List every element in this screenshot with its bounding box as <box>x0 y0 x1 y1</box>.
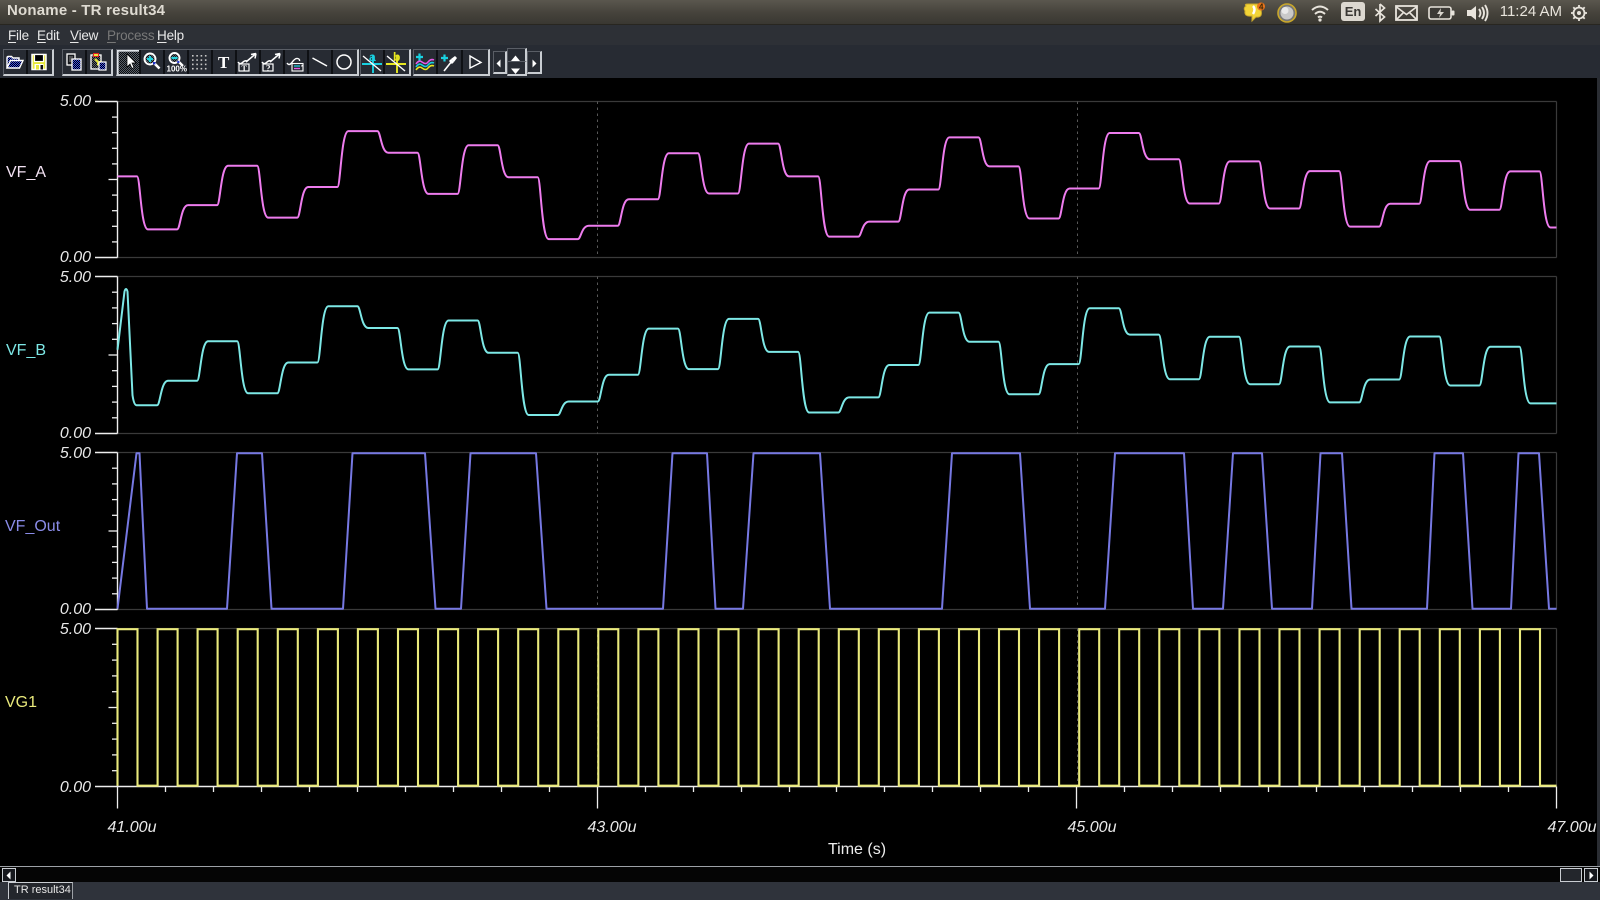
svg-text:b: b <box>393 51 400 64</box>
svg-text:45.00u: 45.00u <box>1068 819 1117 836</box>
svg-text:5.00: 5.00 <box>60 269 91 286</box>
svg-text:47.00u: 47.00u <box>1548 819 1597 836</box>
svg-text:5.00: 5.00 <box>60 93 91 110</box>
svg-text:5.00: 5.00 <box>60 621 91 638</box>
svg-text:100%: 100% <box>167 65 187 74</box>
svg-text:0.00: 0.00 <box>60 601 91 618</box>
svg-text:T: T <box>218 53 230 72</box>
svg-text:?: ? <box>266 64 271 74</box>
svg-text:VF_B: VF_B <box>6 342 46 359</box>
svg-text:VF_A: VF_A <box>6 164 46 181</box>
svg-text:0.00: 0.00 <box>60 425 91 442</box>
svg-text:0.00: 0.00 <box>60 249 91 266</box>
svg-text:a: a <box>369 51 376 64</box>
svg-text:43.00u: 43.00u <box>588 819 637 836</box>
svg-text:5.00: 5.00 <box>60 445 91 462</box>
svg-text:41.00u: 41.00u <box>108 819 157 836</box>
svg-text:4: 4 <box>1259 3 1264 12</box>
svg-text:VF_Out: VF_Out <box>5 518 61 535</box>
svg-text:VG1: VG1 <box>5 694 37 711</box>
svg-text:Time (s): Time (s) <box>828 841 886 858</box>
svg-text:T: T <box>242 64 248 73</box>
svg-text:0.00: 0.00 <box>60 779 91 796</box>
